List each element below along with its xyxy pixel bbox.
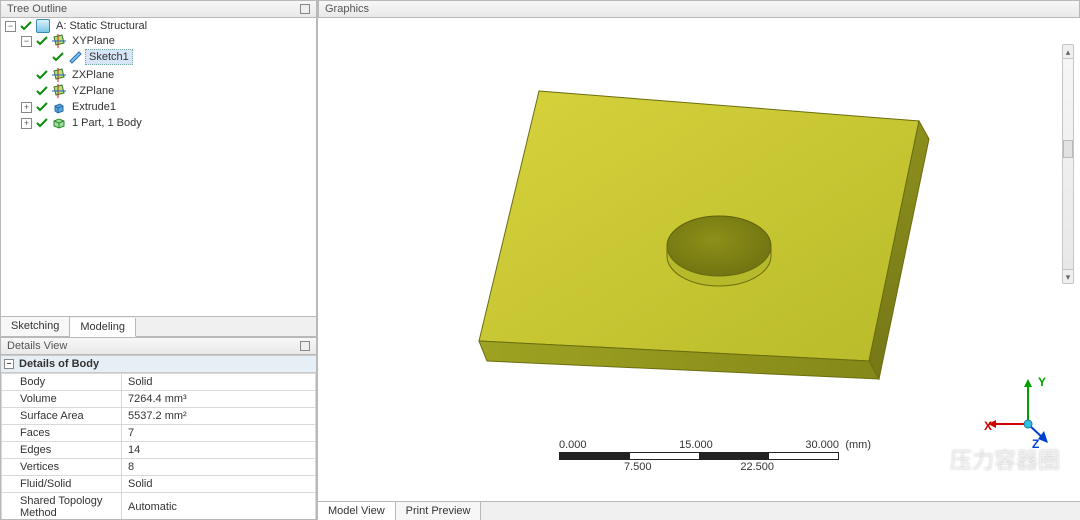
expand-toggle[interactable]: + xyxy=(21,118,32,129)
spacer xyxy=(21,70,32,81)
detail-key: Faces xyxy=(2,425,122,442)
tree-node-sketch1[interactable]: Sketch1 xyxy=(85,49,133,65)
detail-val[interactable]: Automatic xyxy=(122,493,316,520)
details-group-title: Details of Body xyxy=(19,358,99,370)
check-icon xyxy=(35,100,49,114)
plane-icon xyxy=(52,34,66,48)
pin-icon[interactable] xyxy=(300,341,310,351)
scale-unit: (mm) xyxy=(845,439,871,451)
expand-toggle[interactable]: − xyxy=(21,36,32,47)
detail-key: Surface Area xyxy=(2,408,122,425)
details-view[interactable]: − Details of Body BodySolid Volume7264.4… xyxy=(0,355,317,520)
tab-sketching[interactable]: Sketching xyxy=(1,317,70,336)
detail-row: Surface Area5537.2 mm² xyxy=(2,408,316,425)
check-icon xyxy=(51,50,65,64)
extrude-icon xyxy=(52,100,66,114)
detail-key: Edges xyxy=(2,442,122,459)
scale-tick: 0.000 xyxy=(559,439,587,451)
scale-tick: 15.000 xyxy=(679,439,713,451)
detail-key: Shared Topology Method xyxy=(2,493,122,520)
detail-val: 8 xyxy=(122,459,316,476)
detail-row: Edges14 xyxy=(2,442,316,459)
spacer xyxy=(37,52,48,63)
tree-node-body[interactable]: 1 Part, 1 Body xyxy=(69,116,145,130)
scale-tick: 30.000 xyxy=(805,439,839,451)
detail-val[interactable]: Solid xyxy=(122,476,316,493)
detail-row: Fluid/SolidSolid xyxy=(2,476,316,493)
check-icon xyxy=(35,34,49,48)
designmodeler-icon xyxy=(36,19,50,33)
expand-toggle[interactable]: + xyxy=(21,102,32,113)
check-icon xyxy=(35,116,49,130)
detail-row: Vertices8 xyxy=(2,459,316,476)
tree-outline[interactable]: − A: Static Structural − XYPlane xyxy=(0,18,317,316)
detail-key: Vertices xyxy=(2,459,122,476)
tree-node-root[interactable]: A: Static Structural xyxy=(53,19,150,33)
details-view-header: Details View xyxy=(0,337,317,355)
graphics-viewport[interactable]: ▴ ▾ Y X Z 0.000 15.000 30.000 xyxy=(318,18,1080,501)
scale-tick: 7.500 xyxy=(624,461,652,473)
plane-icon xyxy=(52,84,66,98)
tree-node-extrude1[interactable]: Extrude1 xyxy=(69,100,119,114)
detail-val: 5537.2 mm² xyxy=(122,408,316,425)
detail-key: Volume xyxy=(2,391,122,408)
bottom-tabs: Model View Print Preview xyxy=(318,501,1080,520)
graphics-title: Graphics xyxy=(325,3,369,15)
detail-row: Faces7 xyxy=(2,425,316,442)
mid-tabs: Sketching Modeling xyxy=(0,316,317,337)
detail-key: Body xyxy=(2,374,122,391)
sketch-icon xyxy=(68,50,82,64)
check-icon xyxy=(35,84,49,98)
details-group-header[interactable]: − Details of Body xyxy=(1,355,316,373)
detail-row: Shared Topology MethodAutomatic xyxy=(2,493,316,520)
axis-y-label: Y xyxy=(1038,375,1046,389)
tree-node-zxplane[interactable]: ZXPlane xyxy=(69,68,117,82)
zoom-slider[interactable]: ▴ ▾ xyxy=(1062,44,1074,284)
detail-val: 7 xyxy=(122,425,316,442)
zoom-in-button[interactable]: ▴ xyxy=(1063,45,1073,59)
check-icon xyxy=(19,19,33,33)
detail-row: BodySolid xyxy=(2,374,316,391)
zoom-thumb[interactable] xyxy=(1063,140,1073,158)
zoom-out-button[interactable]: ▾ xyxy=(1063,269,1073,283)
details-view-title: Details View xyxy=(7,340,67,352)
wechat-icon xyxy=(924,448,946,470)
axis-x-label: X xyxy=(984,419,992,433)
check-icon xyxy=(35,68,49,82)
body-icon xyxy=(52,116,66,130)
model-plate[interactable] xyxy=(439,51,959,431)
spacer xyxy=(21,86,32,97)
axis-z-label: Z xyxy=(1032,437,1039,451)
pin-icon[interactable] xyxy=(300,4,310,14)
scale-tick: 22.500 xyxy=(740,461,774,473)
detail-row: Volume7264.4 mm³ xyxy=(2,391,316,408)
scale-bar: 0.000 15.000 30.000 7.500 22.500 (mm) xyxy=(559,439,839,473)
tree-outline-title: Tree Outline xyxy=(7,3,67,15)
detail-val[interactable]: Solid xyxy=(122,374,316,391)
detail-key: Fluid/Solid xyxy=(2,476,122,493)
detail-val: 7264.4 mm³ xyxy=(122,391,316,408)
tree-outline-header: Tree Outline xyxy=(0,0,317,18)
tab-model-view[interactable]: Model View xyxy=(318,502,396,520)
expand-toggle[interactable]: − xyxy=(5,21,16,32)
tree-node-xyplane[interactable]: XYPlane xyxy=(69,34,118,48)
graphics-header: Graphics xyxy=(318,0,1080,18)
plane-icon xyxy=(52,68,66,82)
tab-modeling[interactable]: Modeling xyxy=(70,318,136,337)
orientation-triad[interactable]: Y X Z xyxy=(988,379,1058,449)
collapse-toggle[interactable]: − xyxy=(4,359,14,369)
detail-val: 14 xyxy=(122,442,316,459)
tree-node-yzplane[interactable]: YZPlane xyxy=(69,84,117,98)
tab-print-preview[interactable]: Print Preview xyxy=(396,502,482,520)
details-table: BodySolid Volume7264.4 mm³ Surface Area5… xyxy=(1,373,316,520)
